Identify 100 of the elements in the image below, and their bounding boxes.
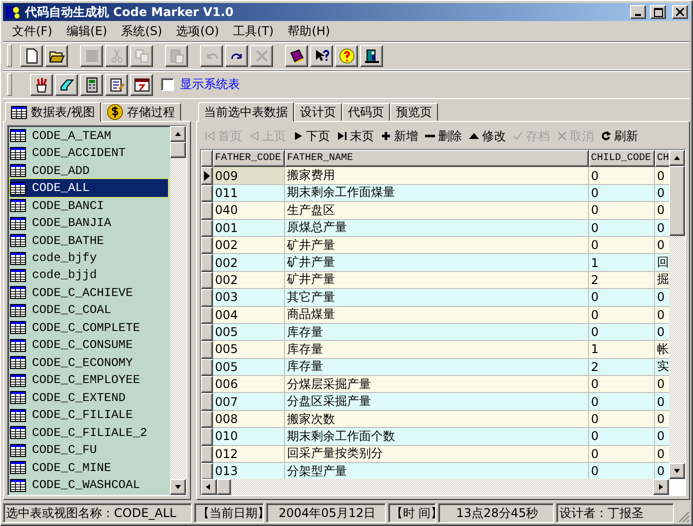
navigator-button[interactable]: 删除	[422, 128, 465, 144]
checkbox-label[interactable]: 显示系统表	[180, 76, 240, 93]
table-list-item[interactable]: CODE_C_FILIALE_2	[10, 424, 168, 442]
table-cell: 期末剩余工作面煤量	[285, 184, 589, 202]
table-list-item[interactable]: CODE_C_EXTEND	[10, 389, 168, 406]
scroll-left-button[interactable]	[201, 479, 217, 495]
eraser-icon	[58, 76, 74, 92]
toolbar-button[interactable]	[55, 74, 78, 96]
tab[interactable]: 存储过程	[101, 103, 182, 121]
toolbar-button[interactable]	[20, 44, 43, 66]
maximize-button[interactable]	[650, 5, 666, 19]
row-indicator[interactable]	[201, 167, 213, 185]
navigator-button[interactable]: 下页	[290, 128, 333, 144]
table-list-item[interactable]: CODE_C_WASHCOAL	[10, 476, 168, 494]
row-indicator[interactable]	[201, 306, 213, 324]
row-indicator[interactable]	[201, 220, 213, 237]
table-cell: 实	[655, 358, 669, 376]
navigator-button[interactable]: 修改	[466, 128, 509, 144]
scrollbar-thumb[interactable]	[669, 166, 685, 236]
row-indicator[interactable]	[201, 410, 213, 428]
toolbar-button[interactable]	[45, 44, 68, 66]
menu-item[interactable]: 编辑(E)	[59, 22, 114, 40]
scrollbar-thumb[interactable]	[170, 142, 186, 158]
menu-item[interactable]: 帮助(H)	[280, 22, 338, 40]
scroll-up-button[interactable]	[669, 150, 685, 166]
row-indicator[interactable]	[201, 324, 213, 342]
table-list-item[interactable]: CODE_C_MINE	[10, 458, 168, 476]
table-list-item[interactable]: CODE_C_FILIALE	[10, 406, 168, 424]
row-indicator[interactable]	[201, 463, 213, 479]
row-indicator[interactable]	[201, 358, 213, 376]
scroll-down-button[interactable]	[669, 463, 685, 479]
toolbar-button[interactable]	[335, 44, 358, 66]
table-list-item[interactable]: CODE_C_CONSUME	[10, 336, 168, 354]
toolbar-button[interactable]	[80, 74, 103, 96]
toolbar-button[interactable]	[225, 44, 248, 66]
table-list-item[interactable]: CODE_A_TEAM	[10, 127, 168, 144]
row-indicator[interactable]	[201, 376, 213, 394]
table-cell: 回	[655, 254, 669, 272]
row-indicator[interactable]	[201, 202, 213, 220]
menu-item[interactable]: 工具(T)	[226, 22, 281, 40]
brush-cup-icon	[34, 76, 50, 92]
table-list-item[interactable]: CODE_BATHE	[10, 232, 168, 250]
scrollbar-thumb[interactable]	[217, 479, 231, 495]
table-list-item[interactable]: CODE_BANCI	[10, 196, 168, 214]
minimize-button[interactable]	[630, 5, 646, 19]
table-list-item[interactable]: CODE_C_FU	[10, 441, 168, 459]
table-cell: 0	[655, 428, 669, 446]
table-cell: 其它产量	[285, 289, 589, 307]
toolbar-button[interactable]	[285, 44, 308, 66]
close-button[interactable]	[672, 5, 688, 19]
row-indicator[interactable]	[201, 272, 213, 290]
vertical-scrollbar[interactable]	[170, 126, 186, 495]
toolbar-button[interactable]	[130, 74, 153, 96]
row-indicator[interactable]	[201, 184, 213, 202]
vertical-scrollbar[interactable]	[669, 150, 685, 479]
toolbar-button[interactable]	[30, 74, 53, 96]
column-header[interactable]: FATHER_NAME	[285, 150, 589, 168]
table-list-item[interactable]: CODE_ACCIDENT	[10, 144, 168, 162]
table-list-item[interactable]: CODE_C_COAL	[10, 302, 168, 320]
table-icon	[10, 426, 26, 440]
table-list-item[interactable]: CODE_C_EMPLOYEE	[10, 372, 168, 390]
toolbar-button[interactable]	[360, 44, 383, 66]
table-list-item[interactable]: CODE_BANJIA	[10, 214, 168, 232]
row-indicator[interactable]	[201, 341, 213, 359]
table-list-item[interactable]: CODE_C_ECONOMY	[10, 354, 168, 372]
tab[interactable]: 代码页	[342, 103, 390, 121]
row-indicator[interactable]	[201, 289, 213, 307]
table-list-item[interactable]: CODE_ADD	[10, 162, 168, 180]
scroll-up-button[interactable]	[170, 126, 186, 142]
horizontal-scrollbar[interactable]	[201, 479, 669, 495]
row-indicator[interactable]	[201, 428, 213, 446]
toolbar-button[interactable]	[105, 74, 128, 96]
table-list-item[interactable]: code_bjjd	[10, 266, 168, 284]
column-header[interactable]: FATHER_CODE	[213, 150, 285, 168]
toolbar-button[interactable]	[310, 44, 333, 66]
menu-item[interactable]: 选项(O)	[169, 22, 226, 40]
table-list-item[interactable]: CODE_C_COMPLETE	[10, 319, 168, 337]
row-indicator[interactable]	[201, 446, 213, 464]
tab[interactable]: 当前选中表数据	[198, 102, 294, 122]
table-icon	[10, 408, 26, 422]
tab[interactable]: 预览页	[390, 103, 438, 121]
row-indicator[interactable]	[201, 254, 213, 272]
tab[interactable]: 设计页	[294, 103, 342, 121]
table-list-item[interactable]: CODE_ALL	[10, 179, 168, 197]
row-indicator[interactable]	[201, 236, 213, 254]
menu-item[interactable]: 系统(S)	[114, 22, 170, 40]
checkbox[interactable]	[161, 78, 174, 91]
table-list-item[interactable]: CODE_C_ACHIEVE	[10, 284, 168, 302]
menu-item[interactable]: 文件(F)	[5, 22, 60, 40]
scroll-down-button[interactable]	[170, 479, 186, 495]
navigator-button[interactable]: 末页	[334, 128, 377, 144]
tab[interactable]: 数据表/视图	[5, 102, 102, 122]
navigator-button[interactable]: 刷新	[598, 128, 641, 144]
scroll-right-button[interactable]	[653, 479, 669, 495]
navigator-button[interactable]: 新增	[378, 128, 421, 144]
row-indicator[interactable]	[201, 393, 213, 411]
table-list-item[interactable]: code_bjfy	[10, 249, 168, 267]
column-header[interactable]: CH	[655, 150, 669, 168]
table-icon	[10, 374, 26, 387]
column-header[interactable]: CHILD_CODE	[589, 150, 655, 168]
